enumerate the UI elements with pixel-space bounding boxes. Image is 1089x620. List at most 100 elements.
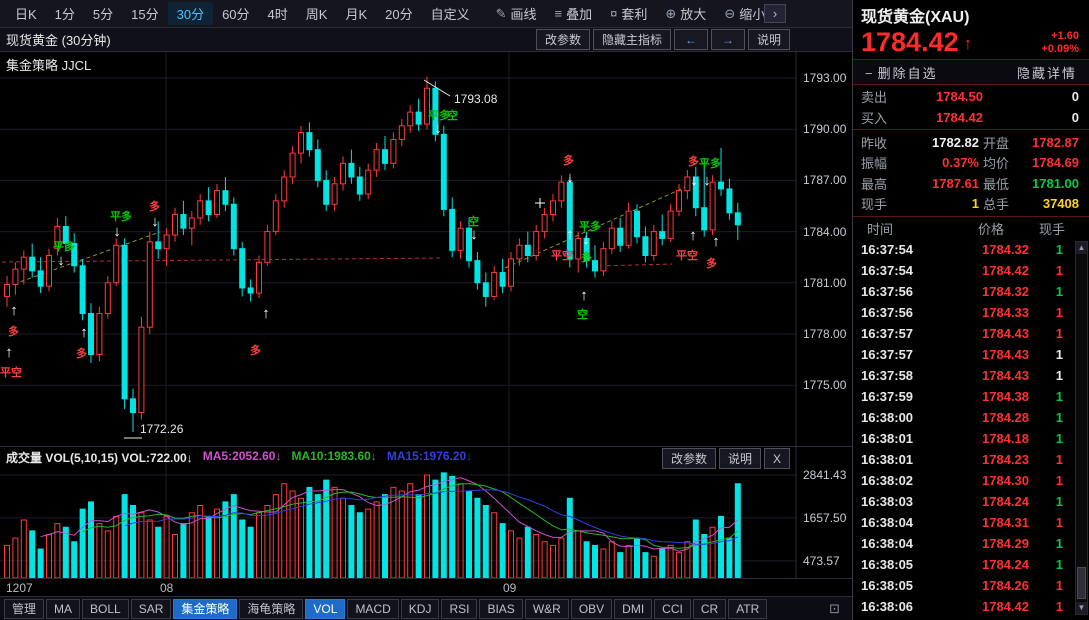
collapse-toolbar-button[interactable]: › bbox=[764, 4, 786, 23]
candle bbox=[517, 245, 522, 259]
volume-bar bbox=[80, 509, 85, 578]
prev-arrow-button[interactable]: ← bbox=[674, 29, 708, 50]
tab-RSI[interactable]: RSI bbox=[441, 599, 477, 619]
bidask-qty: 0 bbox=[1072, 110, 1079, 125]
period-button-自定义[interactable]: 自定义 bbox=[422, 2, 479, 25]
tick-volume: 1 bbox=[1056, 263, 1063, 278]
tab-海龟策略[interactable]: 海龟策略 bbox=[239, 599, 303, 619]
period-button-20分[interactable]: 20分 bbox=[376, 2, 421, 25]
period-button-5分[interactable]: 5分 bbox=[84, 2, 122, 25]
volume-bar bbox=[13, 538, 18, 578]
candle bbox=[660, 232, 665, 239]
period-button-4时[interactable]: 4时 bbox=[259, 2, 297, 25]
volume-bar bbox=[517, 538, 522, 578]
scrollbar-thumb[interactable] bbox=[1077, 567, 1086, 599]
next-arrow-button[interactable]: → bbox=[711, 29, 745, 50]
candle bbox=[164, 235, 169, 249]
tick-time: 16:38:00 bbox=[861, 410, 947, 425]
up-arrow-marker: ↑ bbox=[10, 302, 18, 319]
tick-row: 16:38:041784.311 bbox=[853, 512, 1089, 533]
vol-close-button[interactable]: X bbox=[764, 448, 790, 469]
modify-params-button[interactable]: 改参数 bbox=[536, 29, 590, 50]
period-button-60分[interactable]: 60分 bbox=[213, 2, 258, 25]
volume-bar bbox=[63, 527, 68, 578]
tab-MACD[interactable]: MACD bbox=[347, 599, 398, 619]
last-price: 1784.42 bbox=[861, 27, 959, 58]
tab-ATR[interactable]: ATR bbox=[728, 599, 767, 619]
x-axis: 12070809 bbox=[0, 578, 852, 596]
period-button-30分[interactable]: 30分 bbox=[168, 2, 213, 25]
tick-volume: 1 bbox=[1056, 410, 1063, 425]
zoom-in-button[interactable]: ⊕放大 bbox=[656, 2, 715, 25]
signal-label: 平多 bbox=[699, 156, 721, 170]
tab-MA[interactable]: MA bbox=[46, 599, 80, 619]
candle bbox=[374, 150, 379, 170]
draw-line-button[interactable]: ✎画线 bbox=[487, 2, 546, 25]
candle bbox=[500, 273, 505, 287]
volume-bar bbox=[383, 495, 388, 578]
vol-modify-params-button[interactable]: 改参数 bbox=[662, 448, 716, 469]
tab-CCI[interactable]: CCI bbox=[654, 599, 691, 619]
tab-KDJ[interactable]: KDJ bbox=[401, 599, 440, 619]
stat-label: 均价 bbox=[983, 153, 1025, 172]
fullscreen-icon[interactable]: ⊡ bbox=[829, 601, 840, 617]
delete-watchlist-button[interactable]: −删除自选 bbox=[865, 63, 938, 82]
table-scrollbar[interactable]: ▲ ▼ bbox=[1075, 241, 1088, 615]
overlay-button[interactable]: ≡叠加 bbox=[546, 2, 602, 25]
period-button-15分[interactable]: 15分 bbox=[122, 2, 167, 25]
tab-OBV[interactable]: OBV bbox=[571, 599, 612, 619]
tab-SAR[interactable]: SAR bbox=[131, 599, 172, 619]
volume-tick-label: 473.57 bbox=[803, 554, 840, 568]
tab-W&R[interactable]: W&R bbox=[525, 599, 569, 619]
tab-BOLL[interactable]: BOLL bbox=[82, 599, 129, 619]
tick-time: 16:38:03 bbox=[861, 494, 947, 509]
period-button-周K[interactable]: 周K bbox=[297, 2, 337, 25]
low-price-label: 1772.26 bbox=[140, 422, 184, 436]
volume-bar bbox=[727, 538, 732, 578]
volume-bar bbox=[299, 498, 304, 578]
ask-row: 卖出1784.500 bbox=[861, 86, 1079, 107]
period-button-月K[interactable]: 月K bbox=[336, 2, 376, 25]
main-chart-area: ↑多↑平空↑多↓平多↓平多↓多↑多↓平多空↓空↓多↑平空↓平多多↑空↓多↓平多↑… bbox=[0, 52, 852, 446]
period-button-日K[interactable]: 日K bbox=[6, 2, 46, 25]
volume-bar bbox=[534, 535, 539, 579]
minus-icon: − bbox=[865, 66, 873, 81]
price-axis: 1793.001790.001787.001784.001781.001778.… bbox=[799, 52, 853, 446]
volume-bar bbox=[105, 531, 110, 578]
tab-管理[interactable]: 管理 bbox=[4, 599, 44, 619]
scroll-up-icon[interactable]: ▲ bbox=[1076, 242, 1087, 254]
candle bbox=[5, 285, 10, 297]
tick-row: 16:37:541784.421 bbox=[853, 260, 1089, 281]
tab-VOL[interactable]: VOL bbox=[305, 599, 345, 619]
tick-table-header: 时间价格现手 bbox=[853, 217, 1089, 239]
candlestick-chart[interactable]: ↑多↑平空↑多↓平多↓平多↓多↑多↓平多空↓空↓多↑平空↓平多多↑空↓多↓平多↑… bbox=[0, 52, 797, 446]
tab-CR[interactable]: CR bbox=[693, 599, 726, 619]
volume-tick-label: 2841.43 bbox=[803, 468, 846, 482]
tick-col-header: 现手 bbox=[1039, 219, 1065, 238]
candle bbox=[685, 177, 690, 191]
signal-label: 多 bbox=[581, 250, 592, 264]
arbitrage-button[interactable]: ¤套利 bbox=[601, 2, 656, 25]
volume-header: 成交量 VOL(5,10,15) VOL:722.00↓MA5:2052.60↓… bbox=[6, 449, 472, 466]
up-arrow-marker: ↑ bbox=[262, 305, 270, 322]
stat-value: 1782.87 bbox=[1029, 135, 1079, 150]
vol-help-button[interactable]: 说明 bbox=[719, 448, 761, 469]
period-button-1分[interactable]: 1分 bbox=[46, 2, 84, 25]
volume-bar bbox=[181, 524, 186, 578]
volume-bar bbox=[525, 527, 530, 578]
tick-row: 16:38:041784.291 bbox=[853, 533, 1089, 554]
signal-label: 空 bbox=[447, 108, 458, 122]
candle bbox=[156, 242, 161, 249]
volume-bar bbox=[341, 498, 346, 578]
help-button[interactable]: 说明 bbox=[748, 29, 790, 50]
quote-stats: 昨收1782.82开盘1782.87振幅0.37%均价1784.69最高1787… bbox=[853, 130, 1089, 217]
hide-main-indicator-button[interactable]: 隐藏主指标 bbox=[593, 29, 671, 50]
tab-集金策略[interactable]: 集金策略 bbox=[173, 599, 237, 619]
tab-DMI[interactable]: DMI bbox=[614, 599, 652, 619]
tab-BIAS[interactable]: BIAS bbox=[479, 599, 522, 619]
candle bbox=[223, 191, 228, 205]
tick-col-header: 时间 bbox=[867, 219, 951, 238]
hide-details-button[interactable]: 隐藏详情 bbox=[1017, 63, 1077, 82]
volume-bar bbox=[475, 498, 480, 578]
scroll-down-icon[interactable]: ▼ bbox=[1076, 602, 1087, 614]
